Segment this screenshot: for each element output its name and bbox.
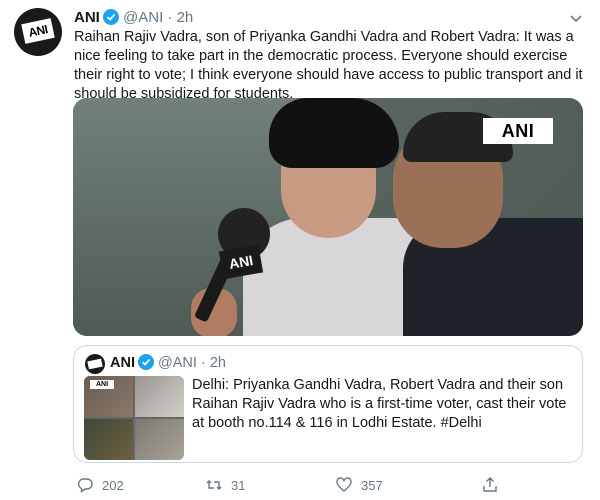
retweet-count: 31 bbox=[231, 477, 246, 493]
quoted-media-thumbnail: ANI bbox=[84, 376, 184, 460]
share-icon bbox=[483, 477, 497, 492]
thumb-watermark: ANI bbox=[90, 380, 114, 389]
mic-flag-text: ANI bbox=[227, 252, 255, 272]
thumb-cell: ANI bbox=[84, 376, 133, 417]
author-handle[interactable]: @ANI bbox=[123, 9, 163, 26]
author-avatar[interactable]: ANI bbox=[14, 8, 62, 56]
thumb-cell bbox=[135, 376, 184, 417]
tweet-timestamp[interactable]: 2h bbox=[177, 9, 194, 26]
author-name[interactable]: ANI bbox=[74, 9, 100, 26]
thumb-cell bbox=[135, 419, 184, 460]
avatar-logo-text: ANI bbox=[27, 22, 49, 40]
quoted-timestamp: 2h bbox=[209, 355, 226, 371]
chevron-down-icon[interactable] bbox=[566, 8, 586, 28]
share-button[interactable] bbox=[481, 476, 507, 494]
tweet-media-video[interactable]: ANI ANI bbox=[73, 98, 583, 336]
watermark-text: ANI bbox=[501, 120, 535, 141]
quoted-tweet[interactable]: ANI @ANI · 2h ANI Delhi: Priyanka Gandhi… bbox=[73, 345, 583, 463]
tweet-header: ANI @ANI · 2h bbox=[74, 9, 193, 27]
quoted-ani-logo bbox=[87, 358, 103, 370]
separator-dot: · bbox=[200, 355, 206, 371]
verified-badge-icon bbox=[137, 354, 154, 370]
quoted-author-name: ANI bbox=[110, 355, 135, 371]
verified-badge-icon bbox=[102, 9, 119, 25]
tweet-actions: 202 31 357 bbox=[73, 476, 573, 496]
media-watermark: ANI bbox=[483, 118, 553, 144]
ani-logo: ANI bbox=[21, 18, 55, 44]
quoted-author-handle: @ANI bbox=[158, 355, 197, 371]
thumb-cell bbox=[84, 419, 133, 460]
retweet-icon bbox=[206, 480, 222, 490]
quoted-tweet-header: ANI @ANI · 2h bbox=[110, 354, 226, 372]
reply-icon bbox=[77, 478, 93, 493]
reply-button[interactable]: 202 bbox=[76, 476, 124, 494]
separator-dot: · bbox=[167, 9, 173, 26]
quoted-tweet-text: Delhi: Priyanka Gandhi Vadra, Robert Vad… bbox=[192, 377, 567, 431]
reply-count: 202 bbox=[102, 477, 124, 493]
quoted-author-avatar bbox=[85, 354, 105, 374]
heart-icon bbox=[336, 477, 352, 492]
thumb-watermark-text: ANI bbox=[95, 381, 109, 388]
like-button[interactable]: 357 bbox=[335, 476, 383, 494]
like-count: 357 bbox=[361, 477, 383, 493]
retweet-button[interactable]: 31 bbox=[205, 476, 245, 494]
media-person-hair bbox=[269, 98, 399, 168]
tweet-text: Raihan Rajiv Vadra, son of Priyanka Gand… bbox=[74, 29, 583, 102]
